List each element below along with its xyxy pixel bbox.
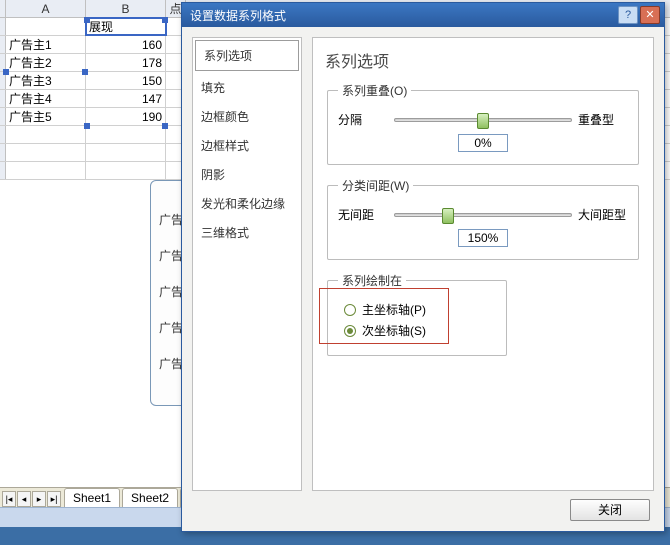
overlap-value[interactable]: 0% (458, 134, 508, 152)
selection-handle[interactable] (162, 17, 168, 23)
cell[interactable]: 147 (86, 90, 166, 107)
selection-handle[interactable] (84, 123, 90, 129)
category-border-style[interactable]: 边框样式 (193, 131, 301, 160)
dialog-titlebar[interactable]: 设置数据系列格式 ? ✕ (182, 3, 664, 27)
axis-legend: 系列绘制在 (338, 272, 406, 289)
slider-thumb[interactable] (442, 208, 454, 224)
selection-handle[interactable] (82, 69, 88, 75)
category-series-options[interactable]: 系列选项 (195, 40, 299, 71)
selection-handle[interactable] (162, 123, 168, 129)
gap-legend: 分类间距(W) (338, 177, 413, 194)
legend-item: 广告 (159, 247, 183, 264)
tab-nav: |◂ ◂ ▸ ▸| (2, 491, 62, 507)
tab-nav-next-icon[interactable]: ▸ (32, 491, 46, 507)
tab-nav-first-icon[interactable]: |◂ (2, 491, 16, 507)
options-pane: 系列选项 系列重叠(O) 分隔 重叠型 0% 分类间距(W) 无间距 (312, 37, 654, 491)
tab-nav-last-icon[interactable]: ▸| (47, 491, 61, 507)
cell[interactable]: 178 (86, 54, 166, 71)
cell[interactable]: 160 (86, 36, 166, 53)
gap-slider[interactable] (394, 213, 572, 217)
dialog-title: 设置数据系列格式 (186, 7, 616, 24)
pane-title: 系列选项 (325, 48, 641, 72)
legend-item: 广告 (159, 355, 183, 372)
overlap-right-label: 重叠型 (578, 111, 628, 128)
selection-handle[interactable] (3, 69, 9, 75)
tab-sheet2[interactable]: Sheet2 (122, 488, 178, 507)
format-data-series-dialog: 设置数据系列格式 ? ✕ 系列选项 填充 边框颜色 边框样式 阴影 发光和柔化边… (181, 2, 665, 532)
cell-b1[interactable]: 展现 (86, 18, 166, 35)
group-series-overlap: 系列重叠(O) 分隔 重叠型 0% (327, 82, 639, 165)
cell[interactable]: 150 (86, 72, 166, 89)
overlap-legend: 系列重叠(O) (338, 82, 411, 99)
col-header-b[interactable]: B (86, 0, 166, 17)
cell[interactable]: 190 (86, 108, 166, 125)
close-button[interactable]: 关闭 (570, 499, 650, 521)
help-button[interactable]: ? (618, 6, 638, 24)
gap-value[interactable]: 150% (458, 229, 508, 247)
legend-item: 广告 (159, 211, 183, 228)
highlight-box (319, 288, 449, 344)
col-header-a[interactable]: A (6, 0, 86, 17)
overlap-slider[interactable] (394, 118, 572, 122)
selection-handle[interactable] (84, 17, 90, 23)
category-border-color[interactable]: 边框颜色 (193, 102, 301, 131)
tab-nav-prev-icon[interactable]: ◂ (17, 491, 31, 507)
tab-sheet1[interactable]: Sheet1 (64, 488, 120, 507)
gap-left-label: 无间距 (338, 206, 388, 223)
group-gap-width: 分类间距(W) 无间距 大间距型 150% (327, 177, 639, 260)
cell[interactable]: 广告主2 (6, 54, 86, 71)
category-glow[interactable]: 发光和柔化边缘 (193, 189, 301, 218)
legend-item: 广告 (159, 319, 183, 336)
category-shadow[interactable]: 阴影 (193, 160, 301, 189)
legend-item: 广告 (159, 283, 183, 300)
category-3d[interactable]: 三维格式 (193, 218, 301, 247)
cell[interactable]: 广告主4 (6, 90, 86, 107)
cell[interactable]: 广告主3 (6, 72, 86, 89)
close-icon[interactable]: ✕ (640, 6, 660, 24)
category-fill[interactable]: 填充 (193, 73, 301, 102)
gap-right-label: 大间距型 (578, 206, 628, 223)
cell[interactable]: 广告主5 (6, 108, 86, 125)
overlap-left-label: 分隔 (338, 111, 388, 128)
cell[interactable]: 广告主1 (6, 36, 86, 53)
category-list: 系列选项 填充 边框颜色 边框样式 阴影 发光和柔化边缘 三维格式 (192, 37, 302, 491)
slider-thumb[interactable] (477, 113, 489, 129)
